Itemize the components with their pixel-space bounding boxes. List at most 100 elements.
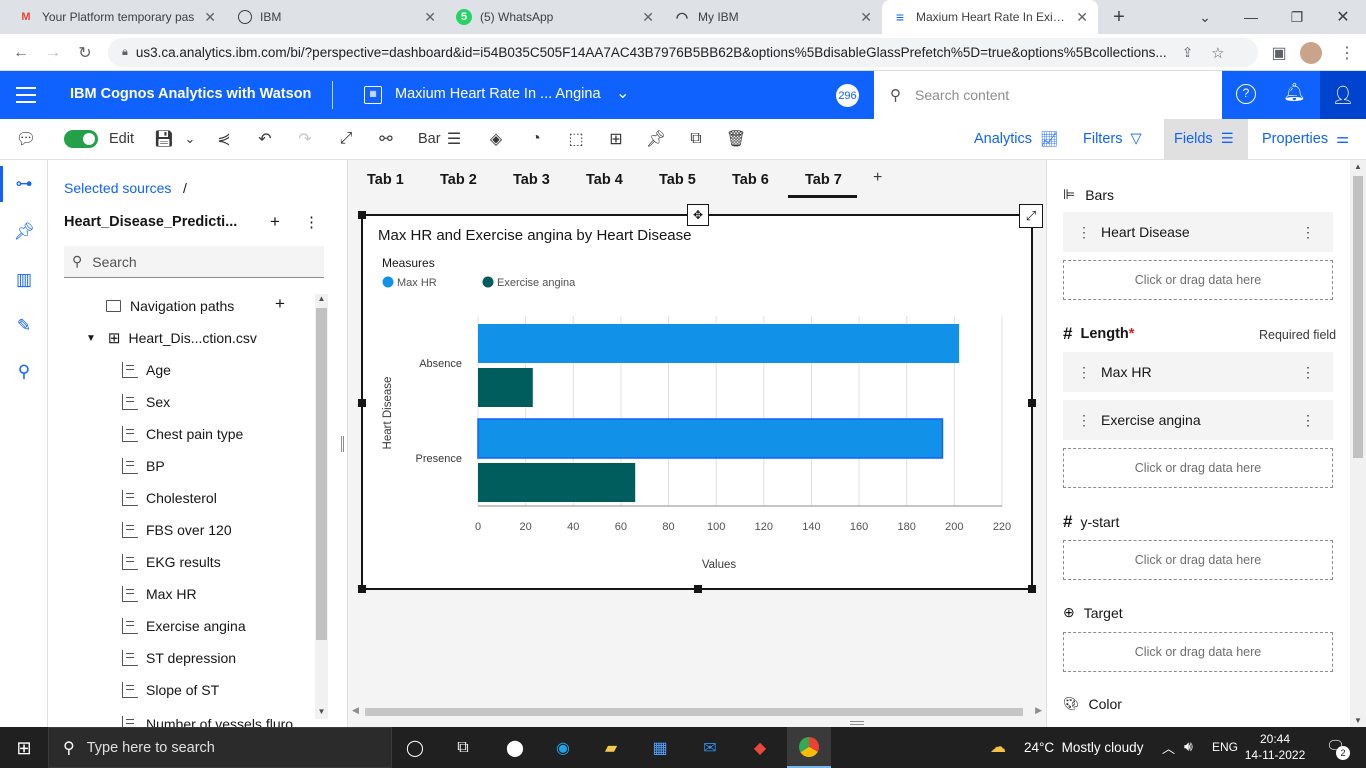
cortana-icon[interactable]: ◯ [400,733,430,763]
pin-icon[interactable]: 📌︎ [12,220,36,244]
table-icon[interactable]: ⊞ [606,128,626,150]
ystart-drop-zone[interactable]: Click or drag data here [1063,540,1333,580]
category-label[interactable]: Absence [419,358,462,370]
browser-tab-active[interactable]: ≡ Maxium Heart Rate In Existin ✕ [882,0,1098,34]
field-item[interactable]: Age [122,360,171,380]
comment-icon[interactable]: 💬︎ [16,128,36,150]
edge-icon[interactable]: ◉ [548,733,578,763]
bar-absence-exercise-angina[interactable] [478,368,533,407]
app-icon[interactable]: ◆ [745,733,775,763]
resize-handle-tl[interactable] [358,211,366,219]
close-window-button[interactable]: ✕ [1320,0,1366,34]
close-icon[interactable]: ✕ [418,9,436,26]
field-item[interactable]: Slope of ST [122,680,219,700]
visualizations-icon[interactable]: ▥ [12,268,36,292]
length-drop-zone[interactable]: Click or drag data here [1063,448,1333,488]
length-slot-exercise-angina[interactable]: ⋮ Exercise angina ⋮ [1063,400,1333,440]
canvas-resize-handle[interactable] [850,721,864,725]
add-icon[interactable]: + [275,294,285,314]
tab-search-chevron-icon[interactable]: ⌄ [1182,0,1228,34]
overflow-menu-icon[interactable]: ⋮ [304,213,319,231]
restore-button[interactable]: ❐ [1274,0,1320,34]
windows-start-icon[interactable]: ⊞ [9,733,39,763]
chart-widget[interactable]: Max HR and Exercise angina by Heart Dise… [358,204,1043,593]
panel-resize-handle[interactable] [341,436,344,452]
bookmark-star-icon[interactable]: ☆ [1211,44,1224,62]
field-item[interactable]: FBS over 120 [122,520,232,540]
activity-count-badge[interactable]: 296 [836,84,859,107]
move-handle-icon[interactable]: ✥ [687,204,709,226]
share-icon[interactable]: ⋞ [214,128,234,150]
legend-label-max-hr[interactable]: Max HR [397,277,437,289]
language-indicator[interactable]: ENG [1212,740,1238,754]
back-icon[interactable]: ← [8,40,34,66]
selected-sources-link[interactable]: Selected sources [64,180,171,196]
sidepanel-icon[interactable]: ▣ [1266,40,1292,66]
scrollbar-thumb[interactable] [1353,176,1363,458]
close-icon[interactable]: ✕ [854,9,872,26]
field-item[interactable]: Max HR [122,584,197,604]
taskbar-search-field[interactable]: ⚲ Type here to search [48,727,392,768]
browser-tab[interactable]: M Your Platform temporary pas ✕ [8,0,226,34]
tab-1[interactable]: Tab 1 [367,172,404,194]
weather-text[interactable]: 24°C Mostly cloudy [1024,740,1143,755]
close-icon[interactable]: ✕ [198,9,216,26]
add-icon[interactable]: + [270,212,280,232]
filters-tab[interactable]: Filters ▽ [1073,119,1152,159]
bar-chart-icon[interactable]: ☰ [445,128,463,150]
length-slot-max-hr[interactable]: ⋮ Max HR ⋮ [1063,352,1333,392]
maximize-icon[interactable]: ⤢ [1019,204,1043,228]
profile-avatar[interactable] [1300,42,1322,64]
drag-handle-icon[interactable]: ⋮ [1077,224,1091,241]
bar-presence-exercise-angina[interactable] [478,463,636,502]
chevron-down-icon[interactable]: ⌄ [616,83,629,103]
select-area-icon[interactable]: ⬚ [566,128,586,150]
field-item[interactable]: Cholesterol [122,488,217,508]
hscroll-thumb[interactable] [365,708,1023,716]
panel-scrollbar[interactable]: ▲ ▼ [315,294,328,719]
resize-handle-r[interactable] [1028,399,1036,407]
close-icon[interactable]: ✕ [636,9,654,26]
assistant-icon[interactable]: ⚲ [12,360,36,384]
resize-handle-bl[interactable] [358,585,366,593]
tab-3[interactable]: Tab 3 [513,172,550,194]
add-tab-icon[interactable]: + [873,169,882,187]
clock-date[interactable]: 14-11-2022 [1243,748,1307,762]
expand-icon[interactable]: ⤢ [336,128,356,150]
legend-label-exercise-angina[interactable]: Exercise angina [497,277,576,289]
redo-icon[interactable]: ↷ [295,128,315,150]
save-icon[interactable]: 💾︎ [154,128,174,150]
hamburger-menu-icon[interactable] [16,85,36,105]
chrome-taskbar-button[interactable] [787,727,831,768]
delete-icon[interactable]: 🗑︎ [726,128,746,150]
chevron-down-icon[interactable]: ⌄ [182,128,198,150]
forward-icon[interactable]: → [40,40,66,66]
source-search-input[interactable]: ⚲ Search [64,246,324,278]
share-icon[interactable]: ⇪ [1182,45,1193,61]
widgets-icon[interactable]: ✎ [12,314,36,338]
url-field[interactable]: 🔒︎ us3.ca.analytics.ibm.com/bi/?perspect… [108,38,1258,67]
connect-icon[interactable]: ⚯ [376,128,396,150]
minimize-button[interactable]: — [1228,0,1274,34]
field-item[interactable]: EKG results [122,552,221,572]
help-icon[interactable]: ? [1236,84,1256,104]
overflow-menu-icon[interactable]: ⋮ [1301,412,1315,429]
bell-icon[interactable]: 🔔︎ [1283,82,1306,103]
field-item[interactable]: ST depression [122,648,236,668]
data-sources-icon[interactable]: ⊶ [12,172,36,196]
tab-6[interactable]: Tab 6 [732,172,769,194]
field-item[interactable]: BP [122,456,165,476]
navigation-paths-item[interactable]: Navigation paths [106,296,234,316]
canvas-hscrollbar[interactable]: ◀ ▶ [352,705,1042,719]
duplicate-icon[interactable]: ⧉ [686,128,706,150]
target-drop-zone[interactable]: Click or drag data here [1063,632,1333,672]
browser-tab[interactable]: IBM ✕ [228,0,446,34]
field-item[interactable]: Exercise angina [122,616,246,636]
drag-handle-icon[interactable]: ⋮ [1077,412,1091,429]
mail-icon[interactable]: ✉ [695,733,725,763]
chevron-up-icon[interactable]: ︿ [1162,738,1175,757]
speaker-icon[interactable]: 🔊︎ [1184,738,1193,755]
insight-icon[interactable]: ◔ [526,128,546,150]
field-item[interactable]: Chest pain type [122,424,243,444]
table-tree-item[interactable]: ▼ ⊞ Heart_Dis...ction.csv [86,328,257,348]
